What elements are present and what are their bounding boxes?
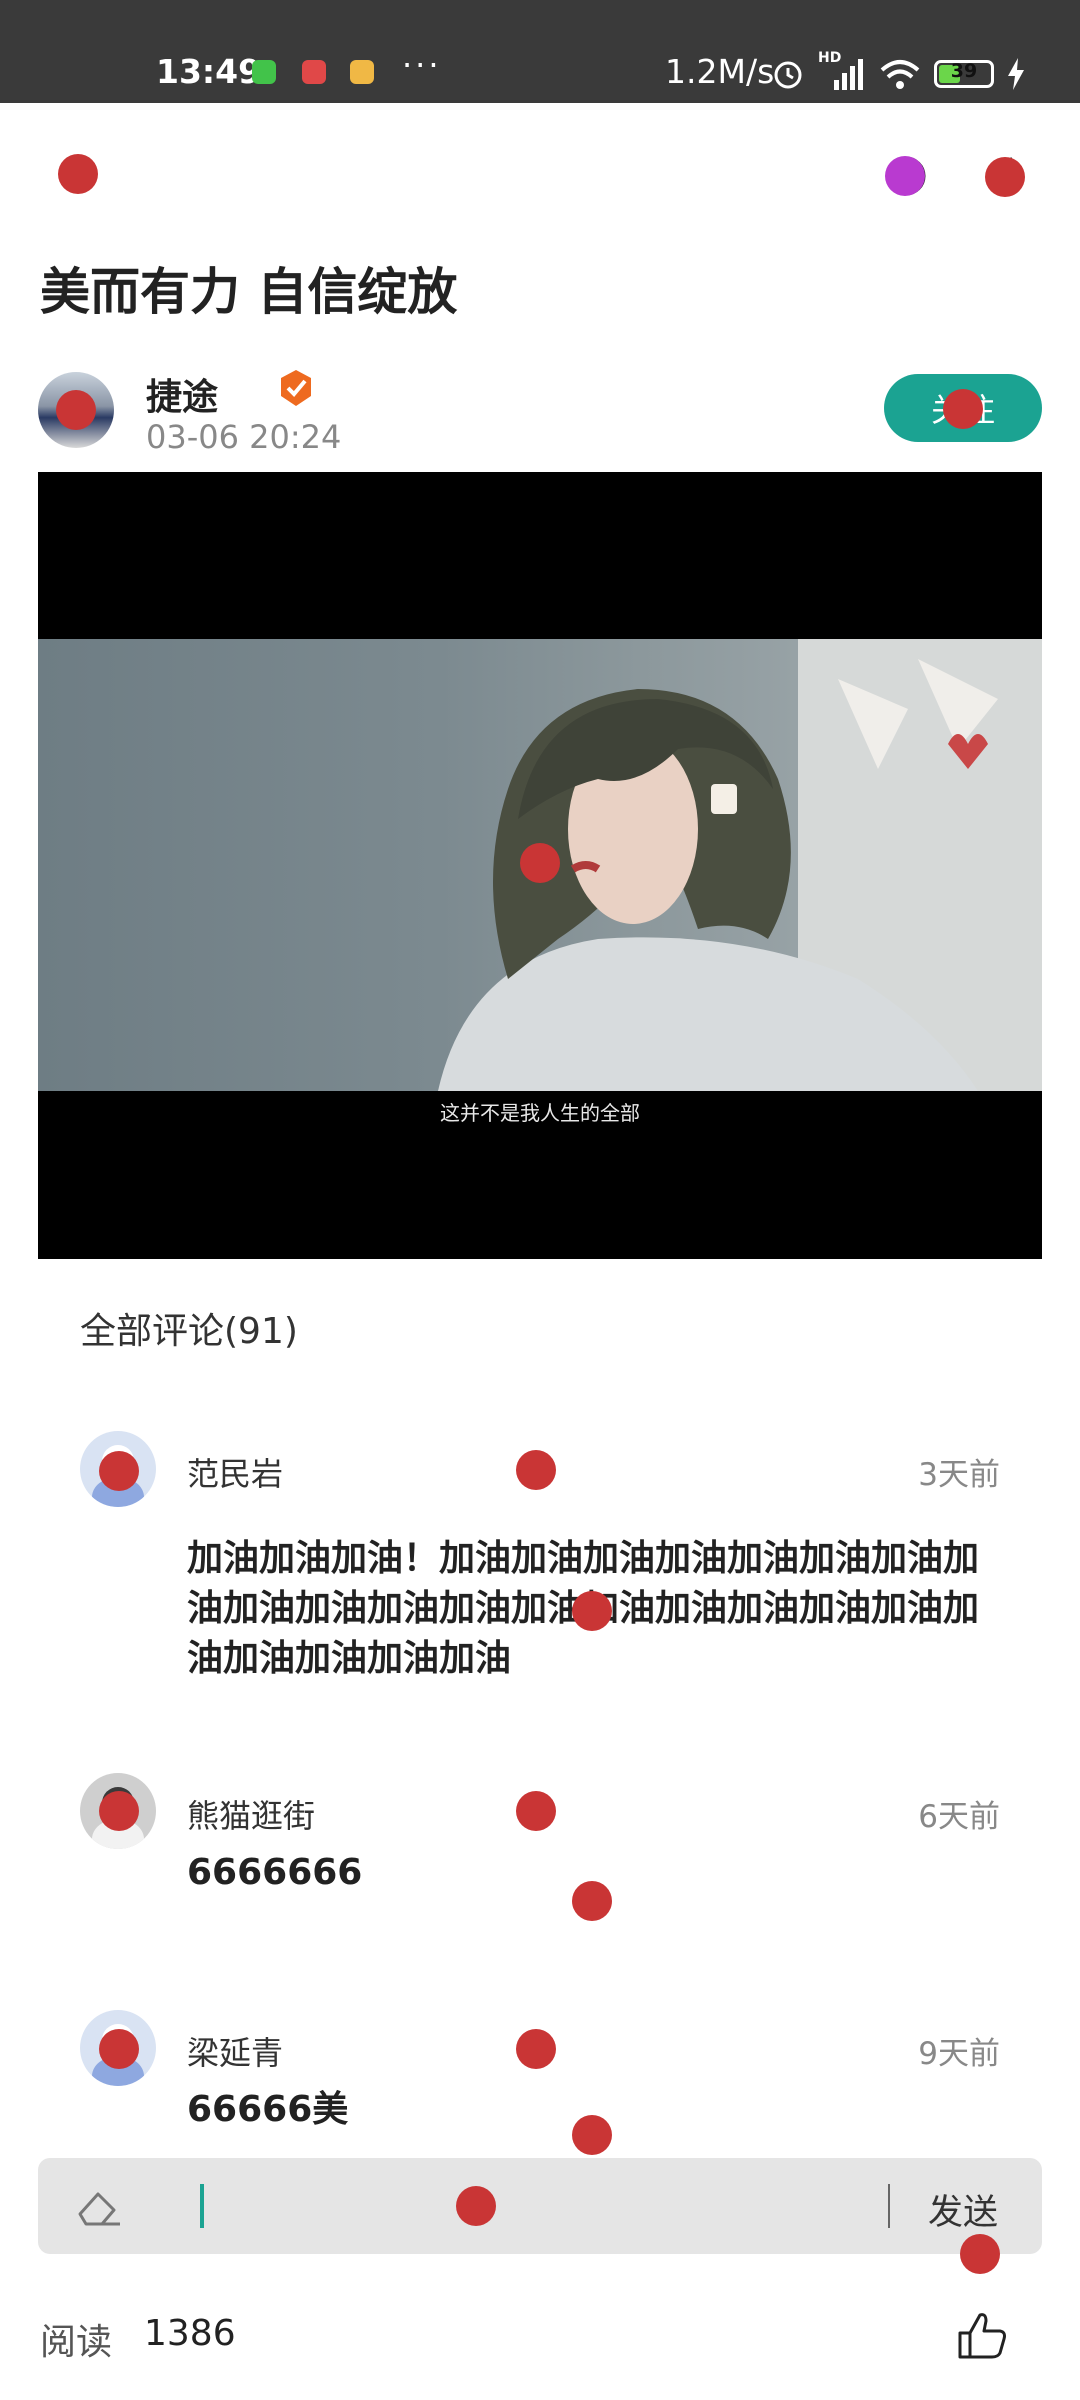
comments-header: 全部评论(91) [80, 1311, 298, 1352]
marker-dot [99, 1451, 139, 1491]
send-button[interactable]: 发送 [928, 2184, 998, 2235]
marker-dot [58, 154, 98, 194]
comment-time: 3天前 [918, 1457, 1000, 1493]
comment-time: 6天前 [918, 1799, 1000, 1835]
author-row: 捷途 03-06 20:24 关注 [38, 368, 1042, 456]
comment-time: 9天前 [918, 2036, 1000, 2072]
marker-dot [572, 1591, 612, 1631]
verified-icon [281, 370, 311, 406]
publish-time: 03-06 20:24 [146, 418, 342, 456]
marker-dot [99, 2029, 139, 2069]
marker-dot [56, 390, 96, 430]
alarm-icon [774, 61, 802, 89]
notification-app-icon [302, 60, 326, 84]
signal-icon: HD [818, 50, 866, 92]
thumbs-up-icon[interactable] [952, 2305, 1012, 2365]
wechat-icon [252, 60, 276, 84]
eraser-icon[interactable] [74, 2184, 126, 2230]
footer-bar: 阅读 1386 [40, 2305, 1040, 2365]
input-divider [888, 2184, 890, 2228]
battery-level: 39 [950, 60, 978, 82]
marker-dot [520, 843, 560, 883]
more-notifications-icon: ··· [402, 46, 442, 84]
author-name[interactable]: 捷途 [146, 368, 218, 420]
status-time: 13:49 [156, 52, 262, 91]
comment-input-field[interactable] [200, 2184, 204, 2228]
wifi-icon [880, 60, 920, 89]
video-subtitle: 这并不是我人生的全部 [440, 1101, 640, 1125]
marker-dot [99, 1791, 139, 1831]
battery-icon: 39 [934, 60, 994, 88]
read-count: 1386 [144, 2313, 236, 2354]
article-title: 美而有力 自信绽放 [40, 263, 458, 321]
marker-dot [456, 2186, 496, 2226]
marker-dot [572, 2115, 612, 2155]
marker-dot [885, 156, 925, 196]
read-label: 阅读 [40, 2322, 113, 2363]
marker-dot [985, 157, 1025, 197]
marker-dot [516, 1791, 556, 1831]
status-bar: 13:49 ··· 1.2M/s HD 39 [0, 0, 1080, 103]
marker-dot [943, 389, 983, 429]
comment-input-bar[interactable]: 发送 [38, 2158, 1042, 2254]
net-speed: 1.2M/s [665, 52, 775, 91]
marker-dot [516, 1450, 556, 1490]
charging-icon [1008, 58, 1024, 90]
network-label: HD [818, 50, 842, 66]
notification-app-icon-2 [350, 60, 374, 84]
commenter-name[interactable]: 范民岩 [187, 1449, 283, 1495]
commenter-name[interactable]: 熊猫逛街 [187, 1791, 315, 1837]
status-icons: HD 39 [770, 50, 1026, 94]
marker-dot [516, 2029, 556, 2069]
marker-dot [572, 1881, 612, 1921]
marker-dot [960, 2234, 1000, 2274]
commenter-name[interactable]: 梁延青 [187, 2028, 283, 2074]
